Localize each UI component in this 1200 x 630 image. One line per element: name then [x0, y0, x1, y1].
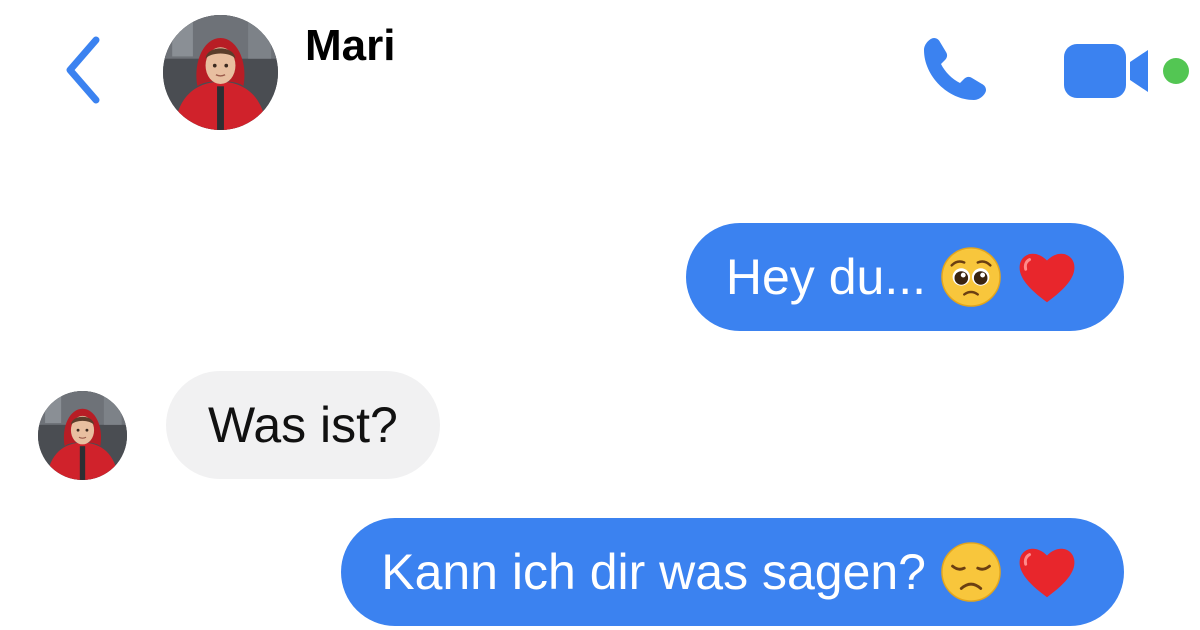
- outgoing-message-bubble[interactable]: Kann ich dir was sagen?: [341, 518, 1124, 626]
- message-text: Was ist?: [208, 397, 398, 453]
- sender-avatar[interactable]: [38, 391, 127, 480]
- online-status-dot: [1163, 58, 1189, 84]
- message-text: Kann ich dir was sagen?: [381, 544, 926, 600]
- phone-icon: [916, 32, 992, 113]
- video-camera-icon: [1060, 38, 1156, 107]
- video-call-button[interactable]: [1058, 38, 1158, 106]
- chevron-left-icon: [60, 34, 104, 111]
- voice-call-button[interactable]: [912, 30, 996, 114]
- back-button[interactable]: [52, 34, 112, 110]
- message-text: Hey du...: [725, 249, 926, 305]
- incoming-message-bubble[interactable]: Was ist?: [166, 371, 440, 479]
- pleading-face-icon: [940, 246, 1002, 308]
- red-heart-icon: [1016, 541, 1078, 603]
- disappointed-face-icon: [940, 541, 1002, 603]
- outgoing-message-bubble[interactable]: Hey du...: [685, 223, 1124, 331]
- contact-avatar[interactable]: [163, 15, 278, 130]
- contact-name[interactable]: Mari: [305, 20, 395, 72]
- red-heart-icon: [1016, 246, 1078, 308]
